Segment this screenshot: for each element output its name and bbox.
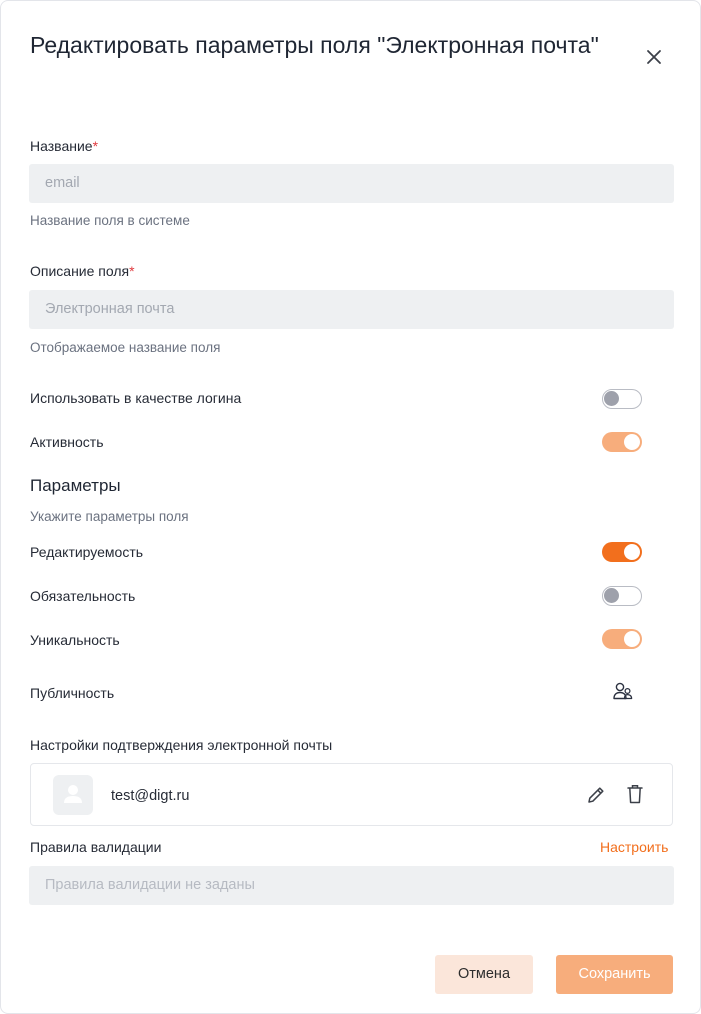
publicity-label: Публичность [30, 685, 115, 701]
required-mark: * [129, 263, 135, 279]
parameters-subtitle: Укажите параметры поля [30, 509, 189, 524]
editable-toggle[interactable] [602, 542, 642, 562]
unique-toggle[interactable] [602, 629, 642, 649]
description-input[interactable]: Электронная почта [29, 290, 674, 329]
cancel-button[interactable]: Отмена [435, 955, 533, 994]
toggle-knob [624, 544, 640, 560]
toggle-knob [624, 631, 640, 647]
validation-label: Правила валидации [30, 839, 162, 855]
name-hint: Название поля в системе [30, 213, 190, 228]
validation-rules-field[interactable]: Правила валидации не заданы [29, 866, 674, 905]
user-avatar-icon [53, 775, 93, 815]
name-input[interactable]: email [29, 164, 674, 203]
activity-toggle[interactable] [602, 432, 642, 452]
dialog-title: Редактировать параметры поля "Электронна… [30, 32, 599, 58]
description-label: Описание поля* [30, 263, 135, 279]
unique-label: Уникальность [30, 632, 120, 648]
required-label: Обязательность [30, 588, 136, 604]
toggle-knob [604, 391, 619, 406]
use-as-login-label: Использовать в качестве логина [30, 390, 242, 406]
people-icon[interactable] [613, 682, 633, 700]
close-icon[interactable] [641, 44, 667, 70]
trash-icon[interactable] [625, 783, 645, 805]
toggle-knob [604, 588, 619, 603]
toggle-knob [624, 434, 640, 450]
parameters-title: Параметры [30, 476, 121, 495]
confirmation-email: test@digt.ru [111, 788, 190, 804]
email-confirmation-label: Настройки подтверждения электронной почт… [30, 737, 333, 753]
required-toggle[interactable] [602, 586, 642, 606]
description-hint: Отображаемое название поля [30, 340, 221, 355]
configure-link[interactable]: Настроить [600, 839, 668, 855]
save-button[interactable]: Сохранить [556, 955, 673, 994]
pencil-icon[interactable] [585, 784, 607, 806]
required-mark: * [92, 138, 99, 154]
activity-label: Активность [30, 434, 104, 450]
email-confirmation-card: test@digt.ru [30, 763, 673, 826]
name-label: Название* [30, 138, 99, 154]
use-as-login-toggle[interactable] [602, 389, 642, 409]
edit-field-dialog: Редактировать параметры поля "Электронна… [0, 0, 701, 1014]
editable-label: Редактируемость [30, 544, 144, 560]
